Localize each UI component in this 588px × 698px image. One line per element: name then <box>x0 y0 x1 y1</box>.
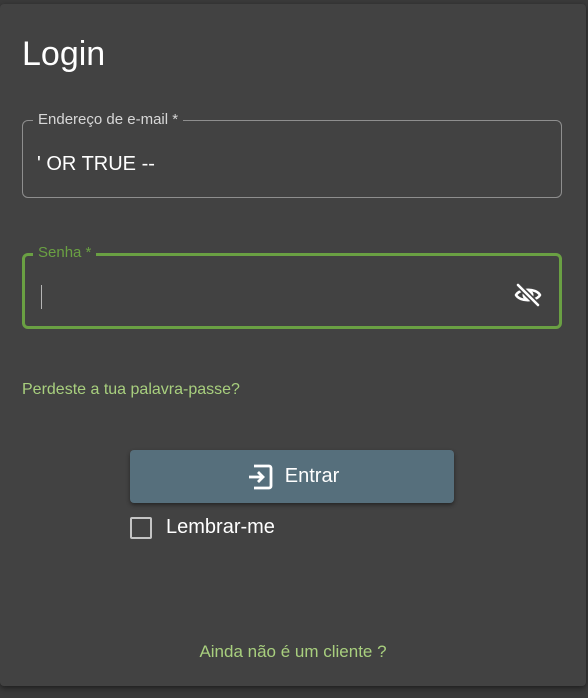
email-field[interactable]: Endereço de e-mail * ' OR TRUE -- <box>22 111 562 198</box>
remember-me-label: Lembrar-me <box>166 516 275 538</box>
checkbox-box[interactable] <box>130 516 152 539</box>
eye-off-icon[interactable] <box>514 282 542 308</box>
login-button-label: Entrar <box>284 465 340 487</box>
password-field-label: Senha * <box>33 244 97 262</box>
email-field-value[interactable]: ' OR TRUE -- <box>37 152 155 176</box>
forgot-password-link[interactable]: Perdeste a tua palavra-passe? <box>22 380 240 400</box>
login-button[interactable]: Entrar <box>130 450 454 503</box>
remember-me-checkbox[interactable]: Lembrar-me <box>130 516 275 539</box>
password-field[interactable]: Senha * <box>22 244 562 329</box>
password-input[interactable] <box>37 276 501 308</box>
signup-link[interactable]: Ainda não é um cliente ? <box>0 642 586 662</box>
text-caret <box>41 285 42 309</box>
login-icon <box>245 462 275 492</box>
email-field-label: Endereço de e-mail * <box>33 111 184 129</box>
login-card: Login Endereço de e-mail * ' OR TRUE -- … <box>0 4 586 686</box>
page-title: Login <box>22 35 106 73</box>
